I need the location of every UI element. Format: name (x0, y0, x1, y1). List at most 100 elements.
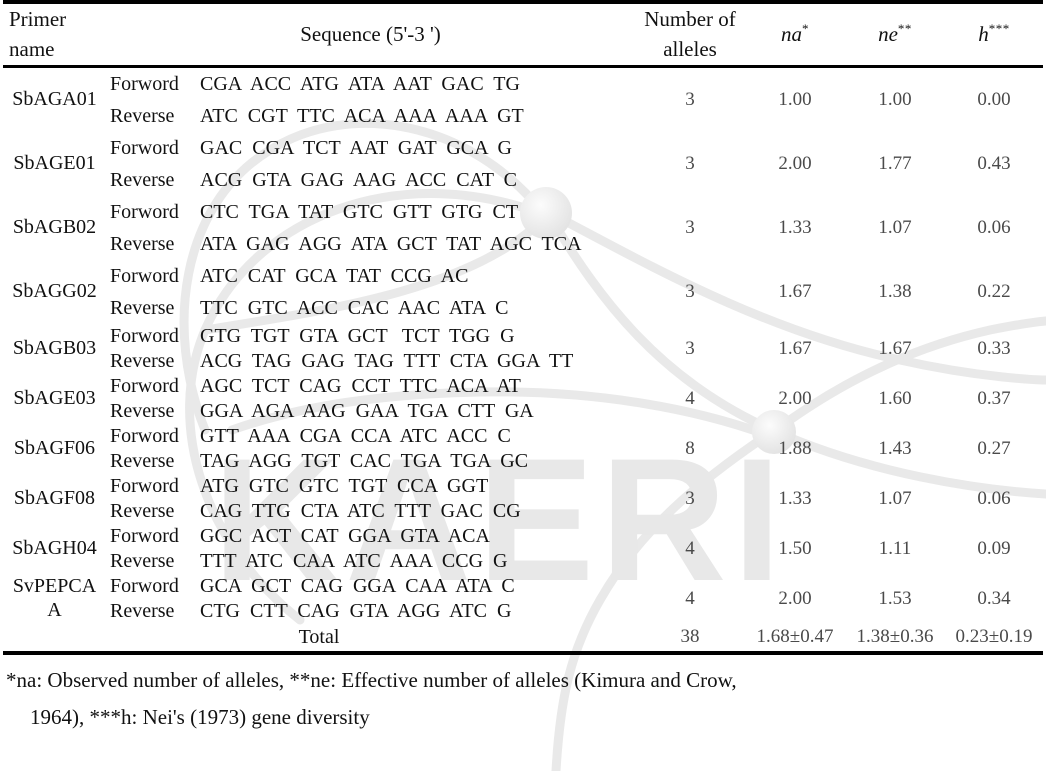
h-value-cell: 0.27 (977, 437, 1011, 459)
table-row: SbAGF06 Forword GTT AAA CGA CCA ATC ACC C 8… (3, 424, 1043, 459)
number-of-alleles-cell: 8 (685, 437, 695, 459)
h-value-cell: 0.22 (977, 280, 1011, 302)
primer-name-cell: SbAGE01 (3, 132, 106, 196)
sequence-forward-cell: ATC CAT GCA TAT CCG AC (200, 264, 469, 287)
direction-forward-label: Forword (110, 424, 179, 447)
primer-name-cell: SbAGB02 (3, 196, 106, 260)
number-of-alleles-cell: 3 (685, 88, 695, 110)
na-value-cell: 1.67 (778, 337, 812, 359)
header-primer-name: Primer name (3, 4, 106, 65)
sequence-reverse-cell: ATC CGT TTC ACA AAA AAA GT (200, 104, 524, 127)
na-value-cell: 1.00 (778, 88, 812, 110)
header-h-superscript: *** (988, 21, 1010, 37)
direction-forward-label: Forword (110, 374, 179, 397)
table-bottom-rule (3, 650, 1043, 655)
number-of-alleles-cell: 4 (685, 387, 695, 409)
header-na: na* (745, 4, 845, 65)
total-h-value: 0.23±0.19 (955, 626, 1033, 648)
h-value-cell: 0.06 (977, 216, 1011, 238)
header-ne-superscript: ** (897, 21, 912, 37)
direction-forward-label: Forword (110, 324, 179, 347)
sequence-forward-cell: GGC ACT CAT GGA GTA ACA (200, 524, 490, 547)
na-value-cell: 2.00 (778, 587, 812, 609)
primer-name-label: SbAGF08 (13, 487, 96, 510)
primer-name-label: SbAGG02 (12, 280, 97, 303)
sequence-forward-cell: CTC TGA TAT GTC GTT GTG CT (200, 200, 519, 223)
sequence-reverse-cell: TTT ATC CAA ATC AAA CCG G (200, 549, 508, 572)
table-row: SbAGF08 Forword ATG GTC GTC TGT CCA GGT 3 1.… (3, 474, 1043, 509)
direction-reverse-label: Reverse (110, 499, 175, 522)
number-of-alleles-cell: 3 (685, 337, 695, 359)
sequence-forward-cell: ATG GTC GTC TGT CCA GGT (200, 474, 489, 497)
direction-reverse-label: Reverse (110, 104, 175, 127)
ne-value-cell: 1.07 (878, 487, 912, 509)
footnote-line-1: *na: Observed number of alleles, **ne: E… (6, 667, 737, 692)
h-value-cell: 0.33 (977, 337, 1011, 359)
total-na-value: 1.68±0.47 (756, 626, 834, 648)
primer-name-cell: SbAGG02 (3, 260, 106, 324)
header-sequence: Sequence (5'-3 ') (300, 21, 441, 46)
table-footnote: *na: Observed number of alleles, **ne: E… (6, 662, 1042, 736)
header-primer-name-line2: name (9, 37, 55, 62)
ne-value-cell: 1.11 (878, 537, 912, 559)
primer-name-label: SbAGF06 (13, 437, 96, 460)
na-value-cell: 2.00 (778, 152, 812, 174)
direction-forward-label: Forword (110, 136, 179, 159)
h-value-cell: 0.00 (977, 88, 1011, 110)
direction-reverse-label: Reverse (110, 296, 175, 319)
na-value-cell: 1.67 (778, 280, 812, 302)
header-na-label: na (781, 22, 802, 47)
header-primer-name-line1: Primer (9, 7, 67, 31)
direction-reverse-label: Reverse (110, 168, 175, 191)
table-row: SbAGB02 Forword CTC TGA TAT GTC GTT GTG CT… (3, 196, 1043, 238)
ne-value-cell: 1.00 (878, 88, 912, 110)
na-value-cell: 1.33 (778, 487, 812, 509)
header-ne: ne** (845, 4, 945, 65)
footnote-line-2: 1964), ***h: Nei's (1973) gene diversity (30, 704, 370, 729)
sequence-forward-cell: AGC TCT CAG CCT TTC ACA AT (200, 374, 521, 397)
primer-table: Primer name Sequence (5'-3 ') Number of … (3, 4, 1043, 65)
header-alleles-line2: alleles (663, 37, 717, 62)
number-of-alleles-cell: 3 (685, 280, 695, 302)
primer-name-label: SbAGH04 (12, 537, 97, 560)
sequence-reverse-cell: CTG CTT CAG GTA AGG ATC G (200, 599, 512, 622)
ne-value-cell: 1.77 (878, 152, 912, 174)
table-body: SbAGA01 Forword CGA ACC ATG ATA AAT GAC TG… (3, 68, 1043, 651)
direction-forward-label: Forword (110, 474, 179, 497)
table-row: SbAGG02 Forword ATC CAT GCA TAT CCG AC 3 1.6… (3, 260, 1043, 302)
ne-value-cell: 1.67 (878, 337, 912, 359)
direction-reverse-label: Reverse (110, 449, 175, 472)
primer-name-cell: SbAGF08 (3, 474, 106, 524)
number-of-alleles-cell: 3 (685, 216, 695, 238)
h-value-cell: 0.06 (977, 487, 1011, 509)
primer-name-label: SbAGA01 (12, 88, 97, 111)
primer-name-label-cont: A (47, 598, 62, 621)
total-number-of-alleles: 38 (680, 626, 700, 648)
header-alleles-line1: Number of (644, 7, 736, 31)
total-ne-value: 1.38±0.36 (856, 626, 934, 648)
na-value-cell: 1.50 (778, 537, 812, 559)
table-row: SbAGE03 Forword AGC TCT CAG CCT TTC ACA AT… (3, 374, 1043, 409)
sequence-reverse-cell: TAG AGG TGT CAC TGA TGA GC (200, 449, 529, 472)
direction-reverse-label: Reverse (110, 349, 175, 372)
table-row: SbAGB03 Forword GTG TGT GTA GCT TCT TGG G 3… (3, 324, 1043, 359)
sequence-forward-cell: CGA ACC ATG ATA AAT GAC TG (200, 72, 520, 95)
sequence-forward-cell: GCA GCT CAG GGA CAA ATA C (200, 574, 515, 597)
table-row: SbAGE01 Forword GAC CGA TCT AAT GAT GCA G 3… (3, 132, 1043, 174)
h-value-cell: 0.37 (977, 387, 1011, 409)
header-na-superscript: * (802, 21, 810, 37)
na-value-cell: 1.88 (778, 437, 812, 459)
primer-table-body: SbAGA01 Forword CGA ACC ATG ATA AAT GAC TG… (3, 68, 1043, 651)
h-value-cell: 0.09 (977, 537, 1011, 559)
na-value-cell: 2.00 (778, 387, 812, 409)
sequence-reverse-cell: ACG TAG GAG TAG TTT CTA GGA TT (200, 349, 574, 372)
sequence-reverse-cell: ACG GTA GAG AAG ACC CAT C (200, 168, 517, 191)
direction-reverse-label: Reverse (110, 549, 175, 572)
primer-name-cell: SvPEPCA A (3, 574, 106, 624)
direction-reverse-label: Reverse (110, 232, 175, 255)
ne-value-cell: 1.38 (878, 280, 912, 302)
direction-reverse-label: Reverse (110, 599, 175, 622)
primer-name-label: SbAGE03 (13, 387, 96, 410)
h-value-cell: 0.43 (977, 152, 1011, 174)
number-of-alleles-cell: 3 (685, 487, 695, 509)
